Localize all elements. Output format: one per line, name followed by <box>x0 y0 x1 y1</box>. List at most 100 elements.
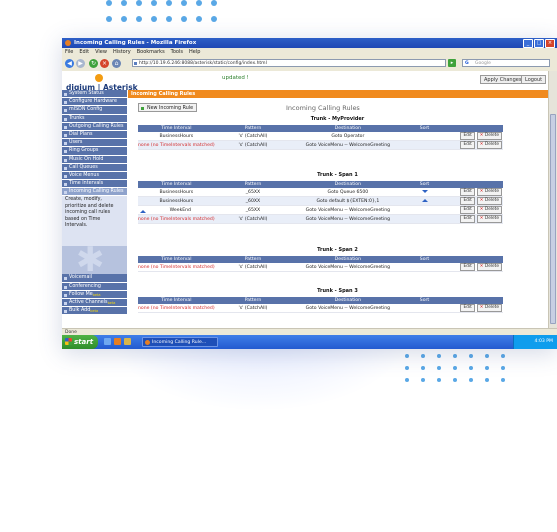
move-down-icon[interactable] <box>421 189 428 193</box>
sidebar-item-bulk-add[interactable]: Bulk Addbeta <box>62 307 127 316</box>
pattern-cell: 's' (CatchAll) <box>214 140 292 150</box>
reload-icon[interactable]: ↻ <box>89 59 98 68</box>
minimize-button[interactable]: _ <box>523 39 533 48</box>
quicklaunch-explorer-icon[interactable] <box>124 338 131 345</box>
quicklaunch-firefox-icon[interactable] <box>114 338 121 345</box>
trunk-title: Trunk - Span 2 <box>317 247 358 253</box>
sidebar-item-configure-hardware[interactable]: Configure Hardware <box>62 98 127 107</box>
back-icon[interactable]: ◀ <box>65 59 74 68</box>
sidebar-item-trunks[interactable]: Trunks <box>62 114 127 123</box>
menu-edit[interactable]: Edit <box>79 49 89 55</box>
delete-button[interactable]: ✕ Delete <box>476 132 503 140</box>
apply-changes-button[interactable]: Apply Changes <box>480 75 526 84</box>
new-incoming-rule-button[interactable]: New Incoming Rule <box>138 103 198 112</box>
pattern-cell: _60XX <box>214 196 292 206</box>
decorative-dot <box>437 366 441 370</box>
sidebar-item-music-on-hold[interactable]: Music On Hold <box>62 155 127 164</box>
maximize-button[interactable]: □ <box>534 39 544 48</box>
delete-button[interactable]: ✕ Delete <box>476 304 503 312</box>
menu-view[interactable]: View <box>95 49 107 55</box>
sidebar-item-conferencing[interactable]: Conferencing <box>62 282 127 291</box>
column-header-actions <box>444 297 504 304</box>
menu-help[interactable]: Help <box>189 49 200 55</box>
edit-button[interactable]: Edit <box>460 304 475 312</box>
sidebar-item-voicemail[interactable]: Voicemail <box>62 274 127 283</box>
scrollbar-thumb[interactable] <box>550 114 556 324</box>
move-up-icon[interactable] <box>140 209 146 213</box>
beta-badge: beta <box>107 301 116 305</box>
move-up-icon[interactable] <box>421 198 428 202</box>
taskbar-firefox-window[interactable]: Incoming Calling Rule... <box>142 337 218 347</box>
menu-history[interactable]: History <box>113 49 131 55</box>
decorative-dot <box>485 378 489 382</box>
delete-button[interactable]: ✕ Delete <box>476 188 503 196</box>
actions-cell: Edit ✕ Delete <box>444 214 504 224</box>
edit-button[interactable]: Edit <box>460 141 475 149</box>
decorative-dot <box>421 378 425 382</box>
menu-tools[interactable]: Tools <box>171 49 183 55</box>
sidebar-item-outgoing-calling-rules[interactable]: Outgoing Calling Rules <box>62 122 127 131</box>
menu-bar: File Edit View History Bookmarks Tools Help <box>62 48 557 56</box>
edit-button[interactable]: Edit <box>460 263 475 271</box>
sidebar-item-call-queues[interactable]: Call Queues <box>62 163 127 172</box>
stop-icon[interactable]: × <box>100 59 109 68</box>
decorative-dot <box>196 0 202 6</box>
sidebar-item-ring-groups[interactable]: Ring Groups <box>62 147 127 156</box>
table-header-row: Time Interval Pattern Destination Sort <box>138 181 504 188</box>
column-header-actions <box>444 125 504 132</box>
time-interval-text: BusinessHours <box>159 133 194 139</box>
delete-button[interactable]: ✕ Delete <box>476 206 503 214</box>
delete-button[interactable]: ✕ Delete <box>476 263 503 271</box>
sidebar-item-dial-plans[interactable]: Dial Plans <box>62 130 127 140</box>
go-button[interactable]: ▸ <box>448 59 456 67</box>
sidebar-item-misdn-config[interactable]: mISDN Config <box>62 106 127 115</box>
edit-button[interactable]: Edit <box>460 215 475 223</box>
edit-button[interactable]: Edit <box>460 206 475 214</box>
sidebar-item-voice-menus[interactable]: Voice Menus <box>62 171 127 181</box>
edit-button[interactable]: Edit <box>460 132 475 140</box>
time-interval-cell: BusinessHours <box>138 188 215 197</box>
section-header: Incoming Calling Rules <box>128 90 549 98</box>
search-input[interactable]: G Google <box>462 59 550 67</box>
home-icon[interactable]: ⌂ <box>112 59 121 68</box>
logout-button[interactable]: Logout <box>521 75 547 84</box>
decorative-dot <box>106 0 112 6</box>
decorative-dot <box>453 366 457 370</box>
page-icon <box>134 62 137 65</box>
delete-button[interactable]: ✕ Delete <box>476 197 503 205</box>
menu-file[interactable]: File <box>65 49 73 55</box>
main-content: New Incoming Rule Incoming Calling Rules… <box>128 99 547 327</box>
sidebar-item-users[interactable]: Users <box>62 139 127 148</box>
column-header-sort: Sort <box>404 181 445 188</box>
time-interval-cell: none (no TimeIntervals matched) <box>138 304 215 313</box>
sidebar-item-system-status[interactable]: System Status <box>62 90 127 99</box>
forward-icon[interactable]: ▶ <box>76 59 85 68</box>
sidebar-item-incoming-calling-rules[interactable]: Incoming Calling Rules <box>62 188 127 197</box>
delete-button[interactable]: ✕ Delete <box>476 141 503 149</box>
start-button[interactable]: start <box>62 335 98 349</box>
sidebar-item-follow-me[interactable]: Follow Mebeta <box>62 290 127 299</box>
decorative-dot <box>181 0 187 6</box>
decorative-dot <box>485 354 489 358</box>
edit-button[interactable]: Edit <box>460 197 475 205</box>
scrollbar[interactable] <box>548 71 557 328</box>
sidebar-item-time-intervals[interactable]: Time Intervals <box>62 180 127 189</box>
edit-button[interactable]: Edit <box>460 188 475 196</box>
decorative-dot <box>211 16 217 22</box>
pattern-cell: 's' (CatchAll) <box>214 304 292 313</box>
quicklaunch-ie-icon[interactable] <box>104 338 111 345</box>
time-interval-cell: none (no TimeIntervals matched) <box>138 214 215 224</box>
sidebar-item-label: Active Channels <box>69 300 108 305</box>
sidebar-description: Create, modify, prioritize and delete in… <box>62 196 127 247</box>
time-interval-text: none (no TimeIntervals matched) <box>138 264 215 270</box>
menu-bookmarks[interactable]: Bookmarks <box>137 49 165 55</box>
close-button[interactable]: × <box>545 39 555 48</box>
decorative-dot <box>121 0 127 6</box>
table-header-row: Time Interval Pattern Destination Sort <box>138 297 504 304</box>
delete-button[interactable]: ✕ Delete <box>476 215 503 223</box>
sidebar-item-active-channels[interactable]: Active Channelsbeta <box>62 299 127 308</box>
url-input[interactable]: http://10.19.6.246:8088/asterisk/static/… <box>132 59 446 67</box>
sidebar: System Status Configure Hardware mISDN Con… <box>62 90 127 326</box>
decorative-dot <box>501 378 505 382</box>
rules-table: Time Interval Pattern Destination Sort Busin… <box>138 181 504 224</box>
